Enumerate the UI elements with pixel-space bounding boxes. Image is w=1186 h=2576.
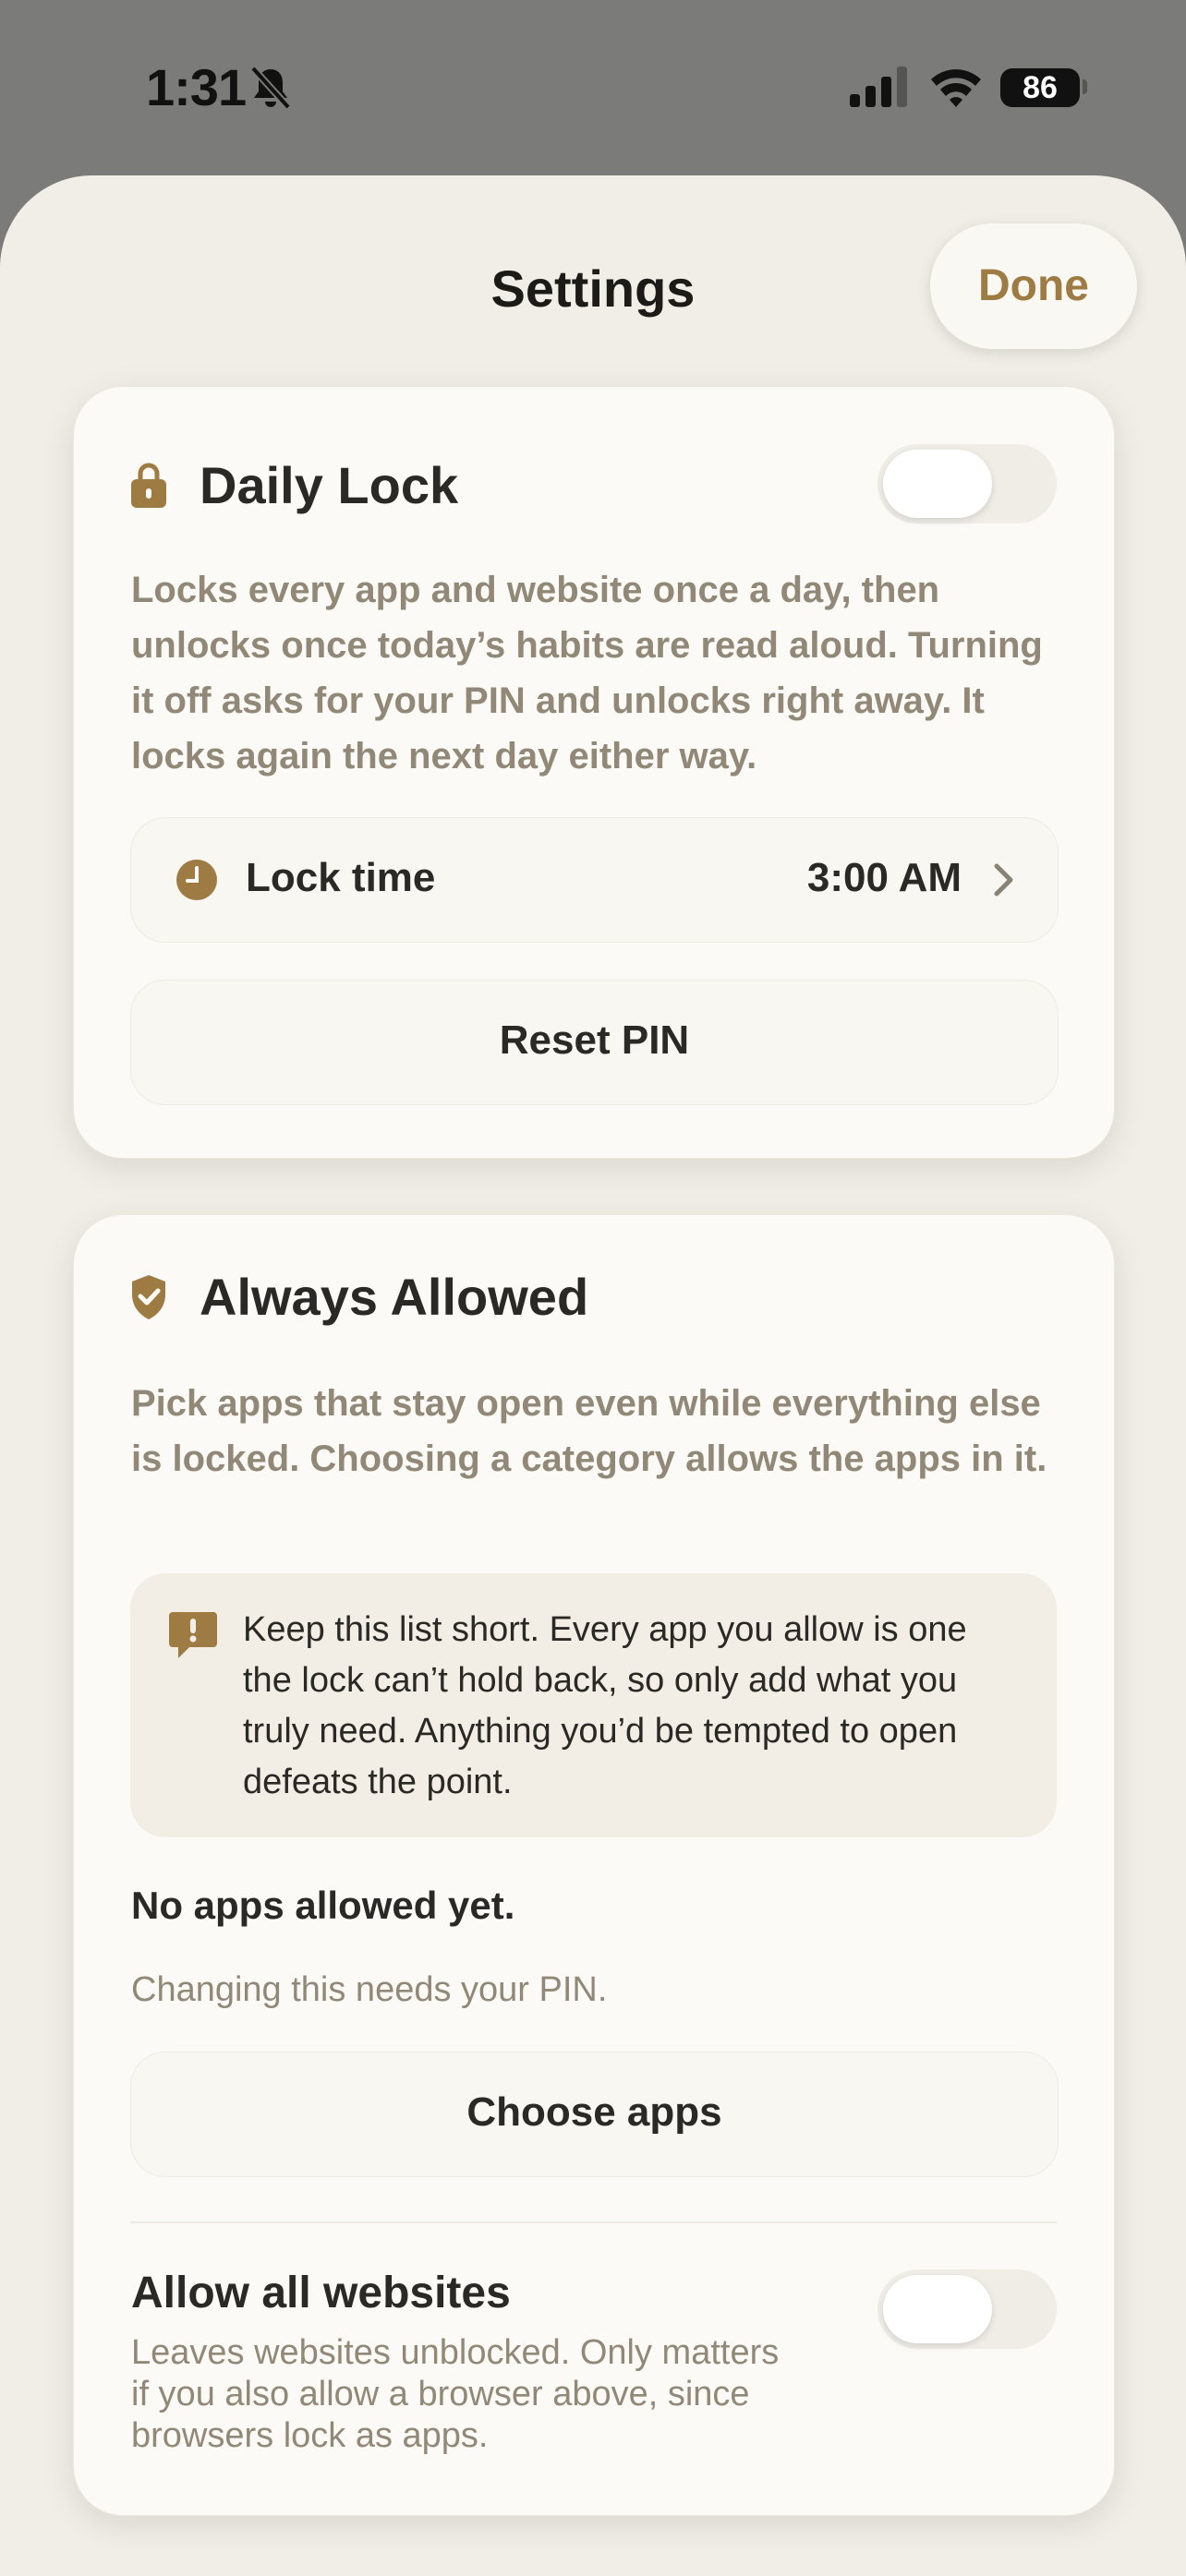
- battery-indicator: 86: [1000, 68, 1080, 107]
- daily-lock-card: Daily Lock Locks every app and website o…: [73, 386, 1115, 1159]
- lock-time-row[interactable]: Lock time 3:00 AM: [130, 817, 1059, 943]
- battery-tip: [1083, 79, 1087, 94]
- daily-lock-toggle[interactable]: [877, 444, 1057, 524]
- clock-icon: [176, 860, 217, 900]
- daily-lock-title: Daily Lock: [200, 456, 459, 514]
- reset-pin-label: Reset PIN: [499, 1017, 690, 1063]
- bell-slash-icon: [250, 66, 291, 110]
- toggle-knob: [883, 450, 992, 518]
- pin-note: Changing this needs your PIN.: [131, 1970, 608, 2009]
- lock-icon: [131, 463, 166, 508]
- cellular-signal-icon: [850, 66, 907, 107]
- lock-time-value: 3:00 AM: [806, 855, 962, 900]
- status-bar: 1:31 86: [0, 0, 1186, 175]
- always-allowed-description: Pick apps that stay open even while ever…: [131, 1383, 1047, 1479]
- reset-pin-button[interactable]: Reset PIN: [130, 980, 1059, 1105]
- warning-text: Keep this list short. Every app you allo…: [243, 1610, 967, 1801]
- warning-callout: Keep this list short. Every app you allo…: [130, 1573, 1057, 1837]
- wifi-icon: [931, 69, 981, 107]
- allow-websites-description: Leaves websites unblocked. Only matters …: [131, 2333, 780, 2455]
- empty-state-text: No apps allowed yet.: [131, 1884, 515, 1927]
- allow-websites-toggle[interactable]: [877, 2269, 1057, 2349]
- done-button[interactable]: Done: [930, 223, 1137, 349]
- choose-apps-button[interactable]: Choose apps: [130, 2052, 1059, 2177]
- lock-time-label: Lock time: [246, 855, 436, 900]
- divider: [130, 2221, 1057, 2223]
- status-time: 1:31: [146, 58, 247, 116]
- choose-apps-label: Choose apps: [466, 2089, 722, 2135]
- daily-lock-description: Locks every app and website once a day, …: [131, 570, 1043, 776]
- always-allowed-card: Always Allowed Pick apps that stay open …: [73, 1214, 1115, 2516]
- allow-websites-title: Allow all websites: [131, 2269, 511, 2317]
- toggle-knob: [883, 2275, 992, 2343]
- shield-check-icon: [132, 1274, 165, 1319]
- daily-lock-header: Daily Lock: [129, 455, 458, 515]
- always-allowed-header: Always Allowed: [129, 1267, 588, 1327]
- always-allowed-title: Always Allowed: [200, 1268, 589, 1326]
- exclamation-bubble-icon: [169, 1612, 217, 1658]
- chevron-right-icon: [994, 863, 1013, 897]
